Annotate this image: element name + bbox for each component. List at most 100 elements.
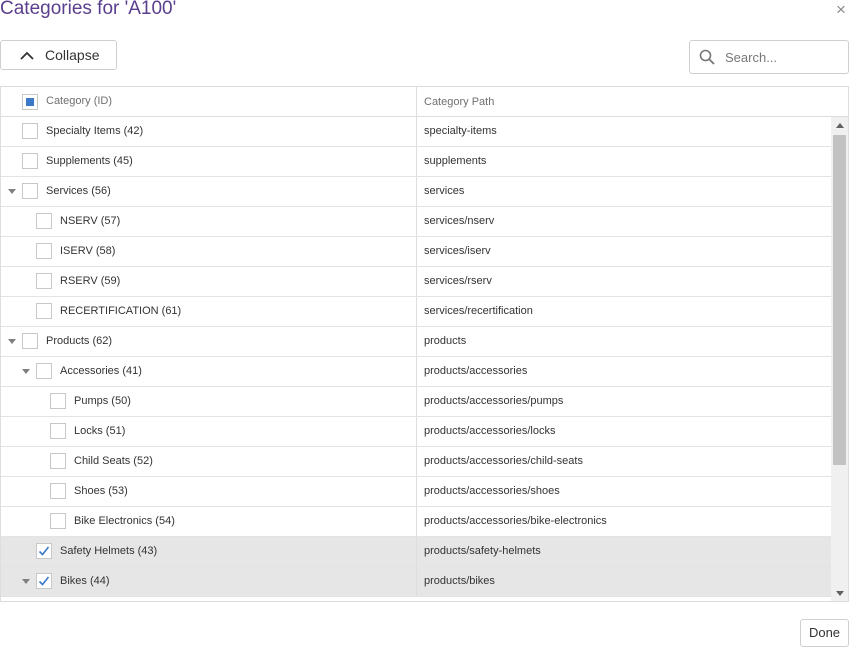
category-path-cell: products/accessories/child-seats [424,455,583,467]
tree-row[interactable]: Products (62) products [1,327,831,357]
caret-down-icon[interactable] [22,369,30,374]
row-checkbox[interactable] [36,303,52,319]
search-input[interactable] [723,48,838,66]
tree-row[interactable]: NSERV (57) services/nserv [1,207,831,237]
category-label: Safety Helmets (43) [60,545,158,557]
category-path-cell: products/safety-helmets [424,545,541,557]
row-checkbox[interactable] [50,423,66,439]
category-path-cell: products/accessories [424,365,528,377]
category-label: Pumps (50) [74,395,131,407]
close-icon[interactable]: × [836,1,850,19]
category-label: Bike Electronics (54) [74,515,175,527]
row-checkbox[interactable] [50,483,66,499]
row-checkbox[interactable] [36,573,52,589]
category-label: NSERV (57) [60,215,121,227]
category-id-cell: RSERV (59) [1,267,417,296]
vertical-scrollbar[interactable] [831,117,848,601]
indeterminate-indicator [26,98,34,106]
category-id-cell: Safety Helmets (43) [1,537,417,566]
category-id-cell: Bikes (44) [1,567,417,596]
tree-row[interactable]: Accessories (41) products/accessories [1,357,831,387]
category-label: Child Seats (52) [74,455,153,467]
tree-row[interactable]: Supplements (45) supplements [1,147,831,177]
row-checkbox[interactable] [22,183,38,199]
header-category-path[interactable]: Category Path [417,87,848,116]
category-label: ISERV (58) [60,245,116,257]
header-category-id-label: Category (ID) [46,95,113,107]
scrollbar-thumb[interactable] [833,135,846,465]
category-label: Specialty Items (42) [46,125,144,137]
category-id-cell: Services (56) [1,177,417,206]
tree-row[interactable]: Bikes (44) products/bikes [1,567,831,597]
row-checkbox[interactable] [50,453,66,469]
category-label: Shoes (53) [74,485,128,497]
category-path-cell: supplements [424,155,487,167]
row-checkbox[interactable] [36,363,52,379]
tree-row[interactable]: Locks (51) products/accessories/locks [1,417,831,447]
collapse-button[interactable]: Collapse [0,40,117,70]
category-id-cell: Pumps (50) [1,387,417,416]
row-checkbox[interactable] [36,243,52,259]
category-path-cell: services/recertification [424,305,533,317]
tree-row[interactable]: Services (56) services [1,177,831,207]
category-label: RECERTIFICATION (61) [60,305,182,317]
scroll-up-arrow-icon[interactable] [836,123,844,128]
tree-row[interactable]: Pumps (50) products/accessories/pumps [1,387,831,417]
category-id-cell: NSERV (57) [1,207,417,236]
tree-row[interactable]: Specialty Items (42) specialty-items [1,117,831,147]
header-category-path-label: Category Path [424,95,495,108]
row-checkbox[interactable] [22,123,38,139]
category-id-cell: Products (62) [1,327,417,356]
category-label: Supplements (45) [46,155,133,167]
category-grid: Category (ID) Category Path Specialty It… [0,86,849,602]
caret-down-icon[interactable] [8,189,16,194]
row-checkbox[interactable] [36,543,52,559]
done-button[interactable]: Done [800,619,849,647]
category-path-cell: products/accessories/bike-electronics [424,515,607,527]
tree-row[interactable]: ISERV (58) services/iserv [1,237,831,267]
collapse-label: Collapse [45,47,100,63]
caret-down-icon[interactable] [8,339,16,344]
category-path-cell: products/accessories/shoes [424,485,560,497]
category-path-cell: products/accessories/locks [424,425,556,437]
row-checkbox[interactable] [22,153,38,169]
category-id-cell: Shoes (53) [1,477,417,506]
category-path-cell: products/bikes [424,575,495,587]
header-category-id[interactable]: Category (ID) [1,87,417,116]
category-id-cell: Locks (51) [1,417,417,446]
category-label: RSERV (59) [60,275,121,287]
caret-down-icon[interactable] [22,579,30,584]
category-label: Services (56) [46,185,111,197]
tree-row[interactable]: RSERV (59) services/rserv [1,267,831,297]
category-id-cell: Accessories (41) [1,357,417,386]
row-checkbox[interactable] [50,393,66,409]
tree-row[interactable]: Child Seats (52) products/accessories/chi… [1,447,831,477]
tree-row[interactable]: RECERTIFICATION (61) services/recertifica… [1,297,831,327]
tree-row[interactable]: Shoes (53) products/accessories/shoes [1,477,831,507]
tree-row[interactable]: Bike Electronics (54) products/accessorie… [1,507,831,537]
search-icon [699,49,715,65]
checkmark-icon [38,576,50,586]
row-checkbox[interactable] [50,513,66,529]
category-id-cell: ISERV (58) [1,237,417,266]
row-checkbox[interactable] [22,333,38,349]
category-id-cell: Supplements (45) [1,147,417,176]
category-label: Locks (51) [74,425,126,437]
scroll-down-arrow-icon[interactable] [836,591,844,596]
tree-row[interactable]: Safety Helmets (43) products/safety-helme… [1,537,831,567]
row-checkbox[interactable] [36,213,52,229]
grid-rows: Specialty Items (42) specialty-items Suppl… [1,117,831,601]
category-path-cell: specialty-items [424,125,497,137]
chevron-up-icon [20,51,34,60]
category-id-cell: RECERTIFICATION (61) [1,297,417,326]
grid-header: Category (ID) Category Path [1,87,848,117]
category-id-cell: Bike Electronics (54) [1,507,417,536]
select-all-checkbox[interactable] [22,94,38,110]
dialog-title: Categories for 'A100' [0,0,177,19]
search-box[interactable] [689,40,849,74]
category-path-cell: services/rserv [424,275,492,287]
category-path-cell: services [424,185,465,197]
row-checkbox[interactable] [36,273,52,289]
category-label: Products (62) [46,335,113,347]
category-path-cell: services/iserv [424,245,491,257]
